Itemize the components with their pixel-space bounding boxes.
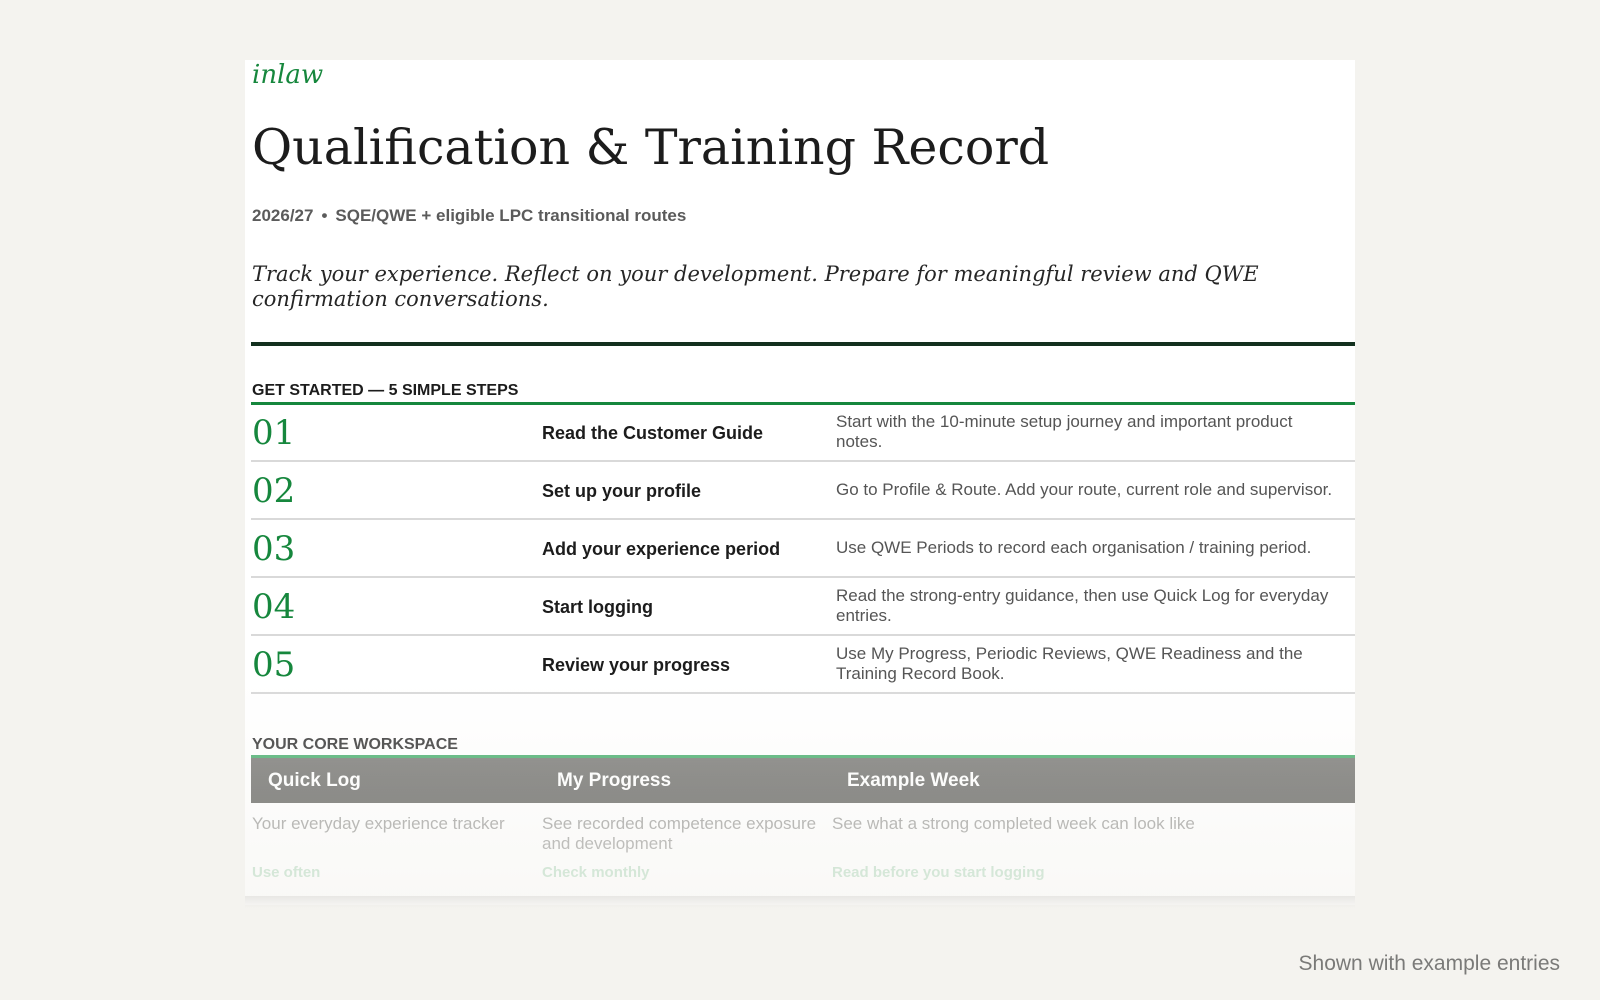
step-label: Set up your profile [542, 481, 702, 501]
my-progress-hint[interactable]: Check monthly [542, 864, 650, 881]
step-number: 04 [252, 587, 296, 627]
example-entries-note: Shown with example entries [1298, 952, 1560, 975]
step-label: Start logging [542, 597, 653, 617]
step-number: 03 [252, 529, 296, 569]
brand-logo: inlaw [252, 60, 324, 90]
step-row: 03 Add your experience period Use QWE Pe… [251, 520, 1355, 578]
meta-routes: SQE/QWE + eligible LPC transitional rout… [335, 206, 687, 225]
step-description: Use My Progress, Periodic Reviews, QWE R… [836, 644, 1303, 683]
tagline: Track your experience. Reflect on your d… [252, 262, 1259, 311]
my-progress-link[interactable]: My Progress [557, 770, 671, 792]
step-description: Start with the 10-minute setup journey a… [836, 412, 1293, 451]
step-number: 01 [252, 413, 296, 453]
get-started-heading: GET STARTED — 5 SIMPLE STEPS [252, 382, 519, 399]
step-row: 04 Start logging Read the strong-entry g… [251, 578, 1355, 636]
quick-log-hint[interactable]: Use often [252, 864, 320, 881]
record-meta: 2026/27 • SQE/QWE + eligible LPC transitio… [252, 206, 686, 226]
step-number: 02 [252, 471, 296, 511]
page-title: Qualification & Training Record [252, 119, 1050, 176]
step-row: 05 Review your progress Use My Progress,… [251, 636, 1355, 694]
example-week-hint[interactable]: Read before you start logging [832, 864, 1045, 881]
step-number: 05 [252, 645, 296, 685]
step-label: Add your experience period [542, 539, 781, 559]
example-week-description: See what a strong completed week can loo… [832, 814, 1195, 833]
step-row: 01 Read the Customer Guide Start with th… [251, 404, 1355, 462]
core-workspace-bar: Quick Log My Progress Example Week [251, 758, 1355, 803]
training-record-sheet: inlaw Qualification & Training Record 20… [245, 60, 1355, 905]
step-row: 02 Set up your profile Go to Profile & R… [251, 462, 1355, 520]
header-divider [251, 342, 1355, 346]
example-week-link[interactable]: Example Week [847, 770, 980, 792]
step-description: Go to Profile & Route. Add your route, c… [836, 480, 1333, 499]
my-progress-description: See recorded competence exposure and dev… [542, 814, 817, 853]
meta-year: 2026/27 [252, 206, 314, 225]
quick-log-link[interactable]: Quick Log [268, 770, 361, 792]
step-description: Read the strong-entry guidance, then use… [836, 586, 1329, 625]
sheet-shadow [245, 896, 1355, 908]
meta-separator: • [321, 206, 328, 225]
core-workspace-heading: YOUR CORE WORKSPACE [252, 736, 458, 753]
step-label: Read the Customer Guide [542, 423, 764, 443]
steps-list: 01 Read the Customer Guide Start with th… [251, 404, 1355, 694]
quick-log-description: Your everyday experience tracker [252, 814, 505, 833]
step-description: Use QWE Periods to record each organisat… [836, 538, 1312, 557]
step-label: Review your progress [542, 655, 731, 675]
